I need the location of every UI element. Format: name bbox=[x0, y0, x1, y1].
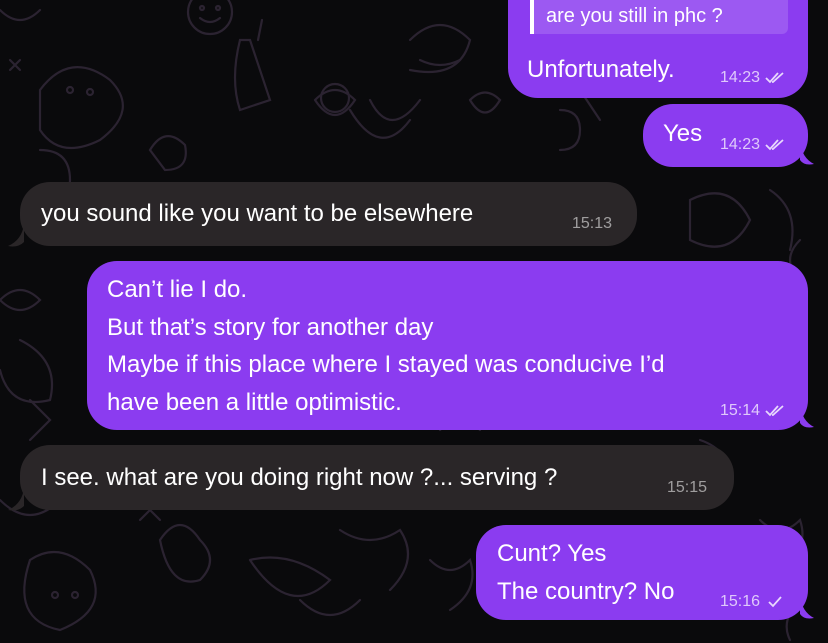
double-check-icon bbox=[765, 405, 784, 417]
bubble-tail bbox=[8, 224, 24, 247]
message-time: 15:14 bbox=[720, 402, 761, 419]
reply-quote[interactable]: are you still in phc ? bbox=[530, 0, 788, 34]
double-check-icon bbox=[765, 139, 784, 151]
message-meta: 15:14 bbox=[720, 403, 785, 419]
message-meta: 15:13 bbox=[572, 216, 612, 232]
bubble-tail bbox=[800, 596, 814, 619]
message-time: 15:13 bbox=[572, 215, 613, 232]
message-time: 14:23 bbox=[720, 69, 761, 86]
message-meta: 15:16 bbox=[720, 594, 785, 610]
message-time: 15:15 bbox=[667, 479, 708, 496]
reply-quote-text: are you still in phc ? bbox=[546, 5, 723, 27]
bubble-tail bbox=[800, 405, 814, 428]
message-text: I see. what are you doing right now ?...… bbox=[41, 464, 558, 491]
message-meta: 15:15 bbox=[667, 480, 707, 496]
single-check-icon bbox=[768, 596, 782, 608]
message-text: Cunt? Yes The country? No bbox=[497, 540, 675, 605]
message-text: Yes bbox=[663, 120, 703, 147]
double-check-icon bbox=[765, 72, 784, 84]
message-text: Unfortunately. bbox=[527, 56, 675, 83]
message-time: 15:16 bbox=[720, 593, 761, 610]
message-time: 14:23 bbox=[720, 136, 761, 153]
bubble-tail bbox=[800, 142, 814, 165]
message-meta: 14:23 bbox=[720, 70, 785, 86]
bubble-tail bbox=[8, 488, 24, 511]
message-meta: 14:23 bbox=[720, 137, 785, 153]
message-text: Can’t lie I do. But that’s story for ano… bbox=[107, 276, 665, 416]
message-text: you sound like you want to be elsewhere bbox=[41, 200, 474, 227]
